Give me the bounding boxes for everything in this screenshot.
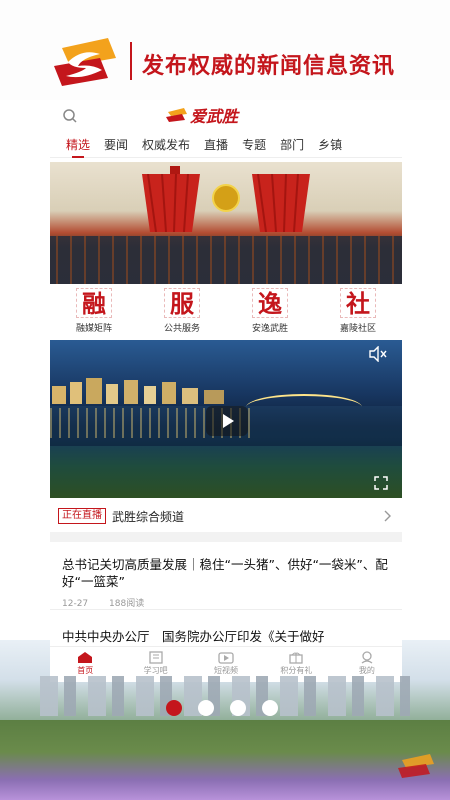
news-meta: 12-27 188阅读 (62, 596, 390, 609)
anyi-icon: 逸 (252, 288, 288, 318)
news-title: 总书记关切高质量发展｜稳住“一头猪”、供好“一袋米”、配好“一篮菜” (62, 557, 388, 589)
promo-title: 发布权威的新闻信息资讯 (142, 54, 396, 79)
quick-link-label: 融媒矩阵 (75, 324, 112, 334)
nav-label: 我的 (358, 666, 375, 675)
search-icon[interactable] (62, 108, 78, 124)
quick-link-label: 安逸武胜 (251, 324, 288, 334)
live-channel-title: 武胜综合频道 (112, 509, 185, 524)
gift-icon (289, 652, 304, 664)
category-tabs: 精选 要闻 权威发布 直播 专题 部门 乡镇 (50, 132, 402, 158)
news-reads: 188阅读 (109, 599, 145, 609)
book-icon (148, 651, 163, 664)
red-flag-right (252, 174, 310, 232)
user-icon (361, 651, 373, 664)
promo-header: 发布权威的新闻信息资讯 (0, 0, 450, 100)
live-channel-row[interactable]: 正在直播 武胜综合频道 (50, 502, 402, 530)
app-logo-icon (54, 38, 116, 86)
video-player[interactable] (50, 340, 402, 498)
app-logo-mark-icon (166, 108, 187, 122)
quick-link-label: 嘉陵社区 (339, 324, 376, 334)
banner-image[interactable] (50, 162, 402, 284)
news-date: 12-27 (62, 599, 89, 609)
quick-link-public-service[interactable]: 服 公共服务 (147, 286, 217, 338)
news-title: 中共中央办公厅 国务院办公厅印发《关于做好 (62, 629, 325, 644)
quick-link-anyi-wusheng[interactable]: 逸 安逸武胜 (235, 286, 305, 338)
play-button[interactable] (206, 406, 248, 436)
section-divider (50, 532, 402, 542)
pager-dot[interactable] (230, 700, 246, 716)
fullscreen-icon[interactable] (374, 476, 388, 490)
tab-topics[interactable]: 专题 (242, 132, 266, 158)
nav-label: 积分有礼 (280, 666, 313, 675)
promo-divider (130, 42, 132, 80)
app-logo: 爱武胜 (166, 103, 286, 127)
quick-links: 融 融媒矩阵 服 公共服务 逸 安逸武胜 社 嘉陵社区 (50, 286, 402, 338)
mute-icon[interactable] (368, 346, 388, 362)
carousel-pager (166, 700, 286, 716)
emblem-icon (212, 184, 240, 212)
news-item[interactable]: 总书记关切高质量发展｜稳住“一头猪”、供好“一袋米”、配好“一篮菜” 12-27… (50, 546, 402, 610)
nav-label: 学习吧 (143, 666, 168, 675)
pager-dot-active[interactable] (166, 700, 182, 716)
tab-towns[interactable]: 乡镇 (318, 132, 342, 158)
nav-label: 首页 (77, 666, 94, 675)
city-skyline (52, 378, 224, 404)
phone-screen: 爱武胜 精选 要闻 权威发布 直播 专题 部门 乡镇 融 融媒矩阵 服 公共服务 (50, 100, 402, 682)
live-badge: 正在直播 (58, 508, 106, 524)
home-icon (78, 652, 93, 663)
pager-dot[interactable] (198, 700, 214, 716)
app-logo-text: 爱武胜 (190, 107, 239, 126)
quick-link-label: 公共服务 (163, 324, 200, 334)
media-matrix-icon: 融 (76, 288, 112, 318)
tab-headlines[interactable]: 要闻 (104, 132, 128, 158)
tab-live[interactable]: 直播 (204, 132, 228, 158)
watermark-logo-icon (398, 754, 434, 778)
pager-dot[interactable] (262, 700, 278, 716)
tab-departments[interactable]: 部门 (280, 132, 304, 158)
red-flag-left (142, 174, 200, 232)
audience-area (50, 236, 402, 284)
quick-link-media-matrix[interactable]: 融 融媒矩阵 (59, 286, 129, 338)
news-item[interactable]: 中共中央办公厅 国务院办公厅印发《关于做好 (50, 614, 402, 644)
community-icon: 社 (340, 288, 376, 318)
app-bar: 爱武胜 (50, 100, 402, 130)
video-icon (218, 652, 234, 664)
background-grass (0, 720, 450, 800)
tab-featured[interactable]: 精选 (66, 132, 90, 158)
quick-link-jialing-community[interactable]: 社 嘉陵社区 (323, 286, 393, 338)
tab-official-release[interactable]: 权威发布 (142, 132, 190, 158)
nav-label: 短视频 (214, 666, 239, 675)
chevron-right-icon (384, 510, 391, 522)
public-service-icon: 服 (164, 288, 200, 318)
